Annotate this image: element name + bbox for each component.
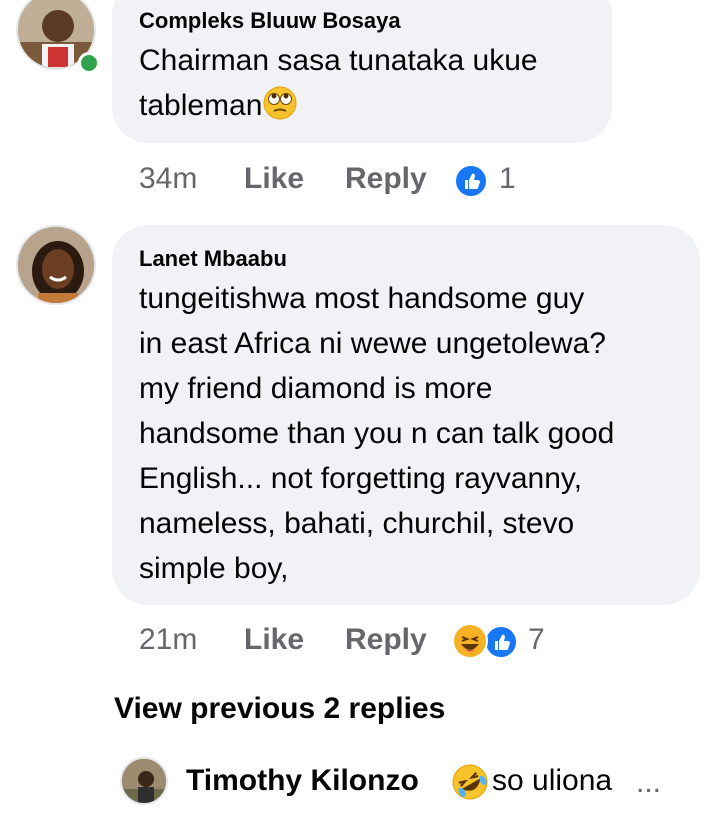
comment-timestamp: 34m xyxy=(139,162,198,195)
like-reaction-icon[interactable] xyxy=(454,164,488,198)
comment-text-line: nameless, bahati, churchil, stevo xyxy=(139,507,575,540)
comment-text-line: Chairman sasa tunataka ukue xyxy=(139,44,538,77)
haha-reaction-icon[interactable] xyxy=(452,623,488,659)
like-button[interactable]: Like xyxy=(244,162,304,196)
comment-author[interactable]: Compleks Bluuw Bosaya xyxy=(139,8,401,34)
like-button[interactable]: Like xyxy=(244,623,304,657)
comment-text-line: tableman xyxy=(139,83,538,128)
like-reaction-icon[interactable] xyxy=(484,625,518,659)
avatar[interactable] xyxy=(16,225,96,305)
reaction-count[interactable]: 1 xyxy=(499,162,516,196)
comment-text-line: my friend diamond is more xyxy=(139,372,493,405)
comment-text-line: tungeitishwa most handsome guy xyxy=(139,282,585,315)
comment-text-line: English... not forgetting rayvanny, xyxy=(139,462,583,495)
comment-author[interactable]: Lanet Mbaabu xyxy=(139,246,287,272)
rolling-on-floor-laughing-icon xyxy=(451,763,489,801)
comment-text-line-content: tableman xyxy=(139,89,263,122)
view-previous-replies-link[interactable]: View previous 2 replies xyxy=(114,692,445,726)
reply-button[interactable]: Reply xyxy=(345,623,427,657)
reaction-count[interactable]: 7 xyxy=(528,623,545,657)
profile-photo xyxy=(122,759,166,803)
reply-author[interactable]: Timothy Kilonzo xyxy=(186,764,419,798)
comment-text: tungeitishwa most handsome guy in east A… xyxy=(139,276,614,591)
truncation-ellipsis[interactable]: ... xyxy=(636,766,661,800)
face-with-rolling-eyes-icon xyxy=(262,85,298,121)
online-status-indicator xyxy=(78,52,100,74)
comment-text-line: simple boy, xyxy=(139,552,289,585)
comment-text-line: handsome than you n can talk good xyxy=(139,417,615,450)
reply-text: so uliona xyxy=(492,764,613,797)
comment-text-line: in east Africa ni wewe ungetolewa? xyxy=(139,327,606,360)
profile-photo xyxy=(18,227,94,303)
reply-button[interactable]: Reply xyxy=(345,162,427,196)
comment-timestamp: 21m xyxy=(139,623,198,656)
avatar[interactable] xyxy=(120,757,168,805)
comment-text: Chairman sasa tunataka ukue tableman xyxy=(139,38,538,128)
